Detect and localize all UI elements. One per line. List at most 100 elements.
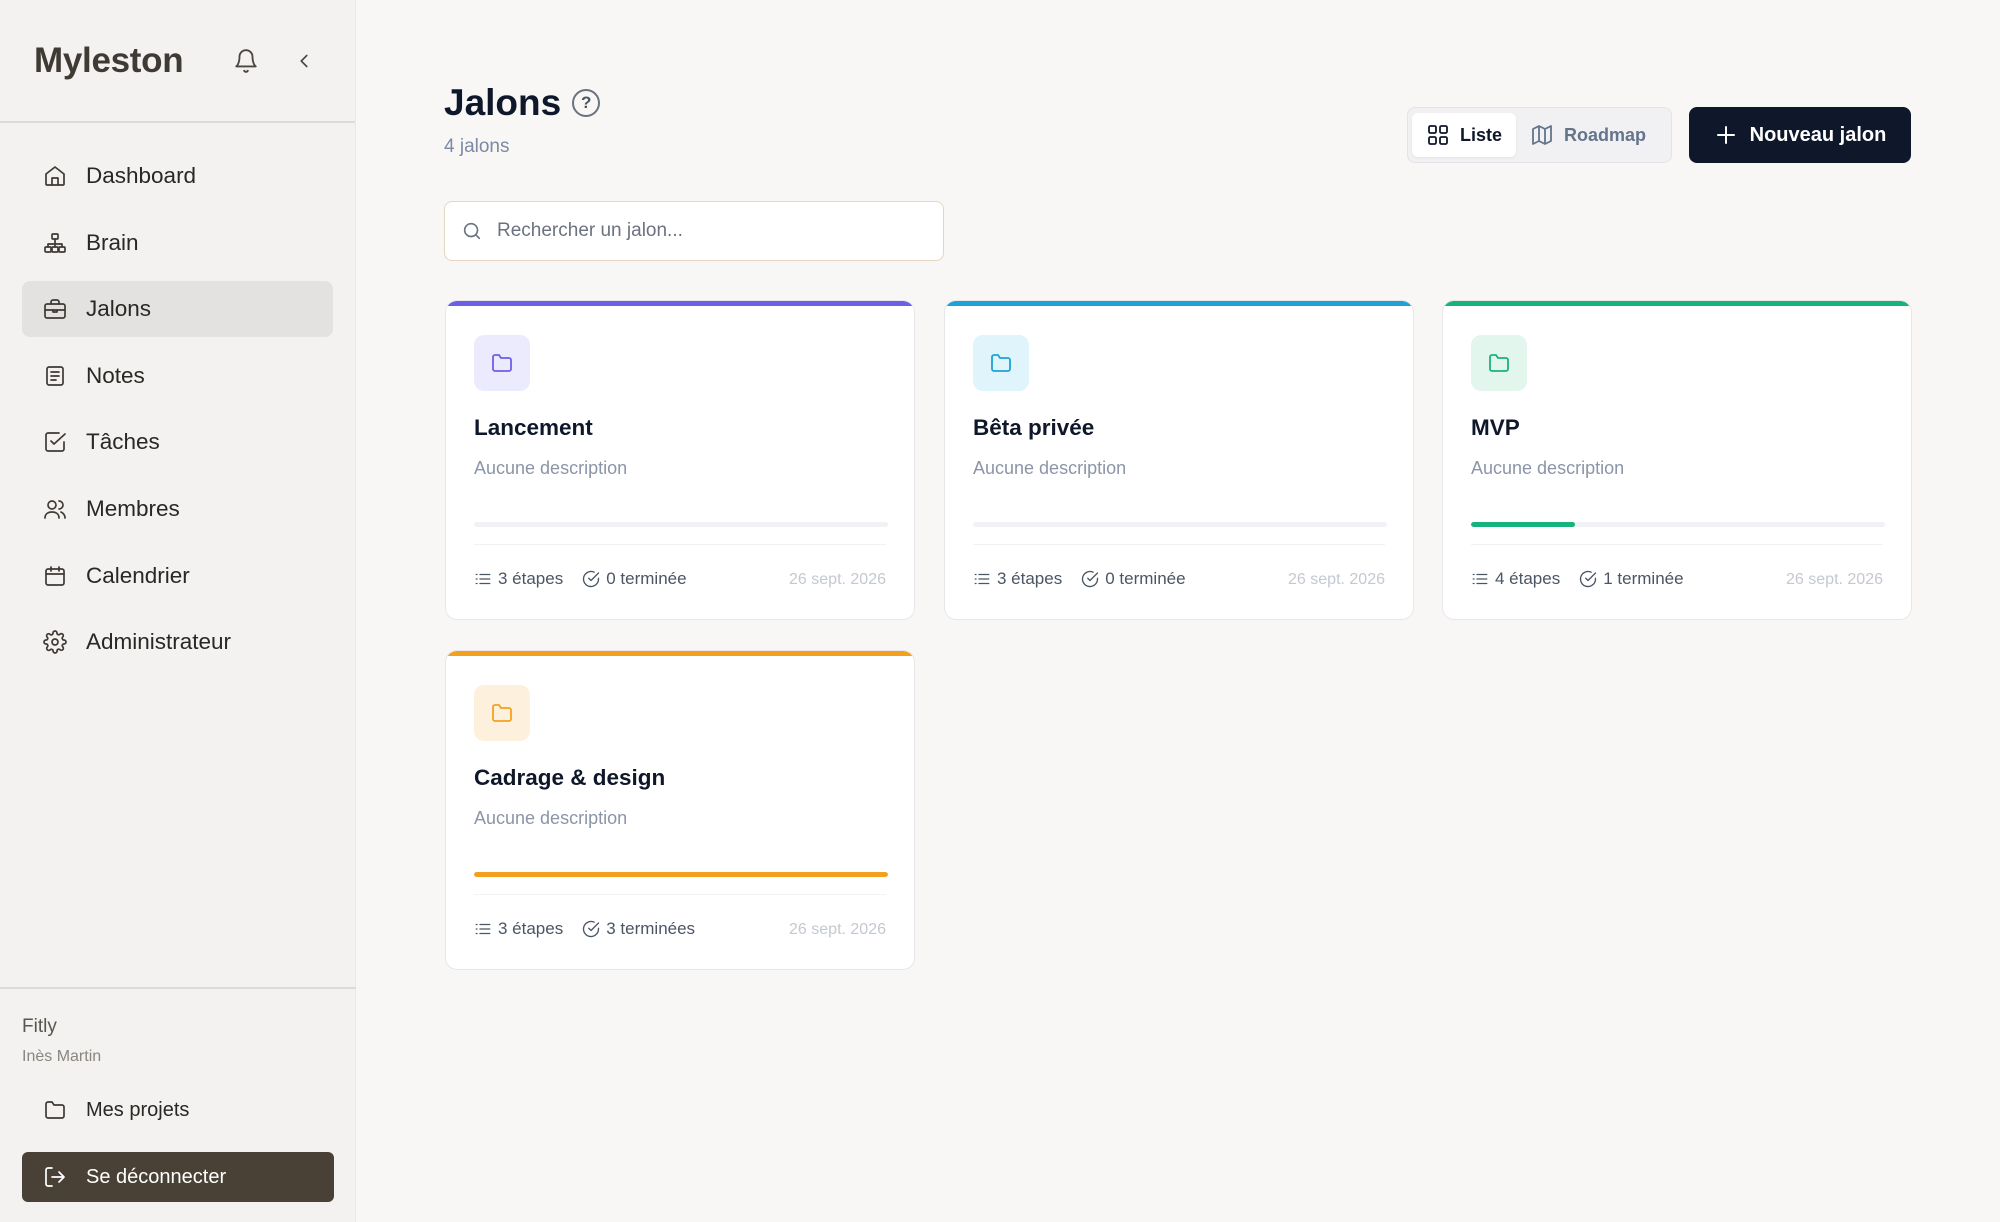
sidebar-item-dashboard[interactable]: Dashboard xyxy=(22,148,333,204)
sidebar-nav: Dashboard Brain Jalons Notes Tâches Memb… xyxy=(0,123,355,670)
view-roadmap-button[interactable]: Roadmap xyxy=(1516,113,1660,157)
milestone-card[interactable]: Cadrage & design Aucune description 3 ét… xyxy=(445,650,915,970)
new-milestone-label: Nouveau jalon xyxy=(1749,123,1887,146)
card-icon-tile xyxy=(474,335,530,391)
check-circle-icon xyxy=(1579,570,1597,588)
sidebar-item-label: Jalons xyxy=(86,296,152,322)
progress-bar xyxy=(474,872,888,877)
done-count: 0 terminée xyxy=(606,569,687,588)
card-meta: 3 étapes 3 terminées xyxy=(474,919,714,939)
card-description: Aucune description xyxy=(1471,458,1625,478)
sidebar-footer: Fitly Inès Martin Mes projets Se déconne… xyxy=(0,987,356,1222)
sidebar-header: Myleston xyxy=(0,0,355,123)
plus-icon xyxy=(1714,123,1738,147)
sidebar-item-membres[interactable]: Membres xyxy=(22,481,333,537)
card-description: Aucune description xyxy=(474,808,628,828)
hierarchy-icon xyxy=(43,231,67,255)
card-divider xyxy=(474,894,886,895)
view-list-button[interactable]: Liste xyxy=(1412,113,1517,157)
card-title: Lancement xyxy=(474,415,593,440)
document-icon xyxy=(43,364,67,388)
card-divider xyxy=(1471,544,1883,545)
steps-count: 4 étapes xyxy=(1495,569,1561,588)
my-projects-label: Mes projets xyxy=(86,1098,190,1121)
card-date: 26 sept. 2026 xyxy=(1786,571,1883,588)
progress-bar xyxy=(474,522,888,527)
milestone-card[interactable]: Lancement Aucune description 3 étapes 0 … xyxy=(445,300,915,620)
folder-icon xyxy=(1487,351,1511,375)
page-title: Jalons xyxy=(444,82,562,123)
logout-icon xyxy=(43,1165,67,1189)
sidebar-item-label: Brain xyxy=(86,229,139,255)
card-color-bar xyxy=(945,301,1413,306)
sidebar-item-jalons[interactable]: Jalons xyxy=(22,281,333,338)
card-title: Cadrage & design xyxy=(474,765,666,790)
steps-count: 3 étapes xyxy=(498,919,564,938)
card-icon-tile xyxy=(1471,335,1527,391)
list-icon xyxy=(1471,570,1489,588)
sidebar-item-label: Calendrier xyxy=(86,562,190,588)
view-list-label: Liste xyxy=(1460,124,1503,145)
help-icon[interactable]: ? xyxy=(572,89,601,117)
user-name: Inès Martin xyxy=(22,1048,102,1065)
progress-fill xyxy=(474,872,888,877)
brand-logo: Myleston xyxy=(34,40,184,80)
calendar-icon xyxy=(43,564,67,588)
card-meta: 4 étapes 1 terminée xyxy=(1471,569,1703,589)
done-count: 3 terminées xyxy=(606,919,696,938)
card-divider xyxy=(474,544,886,545)
list-icon xyxy=(474,570,492,588)
check-circle-icon xyxy=(1081,570,1099,588)
my-projects-link[interactable]: Mes projets xyxy=(22,1087,334,1133)
logout-button[interactable]: Se déconnecter xyxy=(22,1152,334,1202)
steps-count: 3 étapes xyxy=(498,569,564,588)
card-meta: 3 étapes 0 terminée xyxy=(973,569,1205,589)
sidebar-item-brain[interactable]: Brain xyxy=(22,215,333,271)
check-circle-icon xyxy=(582,920,600,938)
map-icon xyxy=(1530,123,1554,147)
folder-icon xyxy=(43,1098,67,1122)
sidebar-item-calendrier[interactable]: Calendrier xyxy=(22,548,333,604)
organization-name: Fitly xyxy=(22,1016,57,1037)
folder-icon xyxy=(490,351,514,375)
collapse-chevron-icon[interactable] xyxy=(293,50,315,72)
search-input[interactable] xyxy=(497,220,917,242)
bell-icon[interactable] xyxy=(233,48,259,74)
sidebar-item-administrateur[interactable]: Administrateur xyxy=(22,614,333,670)
view-roadmap-label: Roadmap xyxy=(1564,124,1647,145)
new-milestone-button[interactable]: Nouveau jalon xyxy=(1689,107,1911,163)
sidebar-item-label: Administrateur xyxy=(86,629,232,655)
card-date: 26 sept. 2026 xyxy=(1288,571,1385,588)
card-date: 26 sept. 2026 xyxy=(789,571,886,588)
check-circle-icon xyxy=(582,570,600,588)
progress-fill xyxy=(1471,522,1575,527)
search-box xyxy=(444,201,944,261)
card-title: MVP xyxy=(1471,415,1520,440)
sidebar-item-label: Dashboard xyxy=(86,163,197,188)
home-icon xyxy=(43,164,67,188)
milestone-count: 4 jalons xyxy=(444,136,510,157)
card-icon-tile xyxy=(973,335,1029,391)
sidebar-item-label: Notes xyxy=(86,362,145,388)
grid-icon xyxy=(1426,123,1450,147)
milestone-card[interactable]: MVP Aucune description 4 étapes 1 termin… xyxy=(1442,300,1912,620)
logout-label: Se déconnecter xyxy=(86,1165,227,1188)
card-color-bar xyxy=(446,651,914,656)
card-description: Aucune description xyxy=(973,458,1127,478)
view-toggle: Liste Roadmap xyxy=(1407,107,1672,163)
card-divider xyxy=(973,544,1385,545)
sidebar-item-notes[interactable]: Notes xyxy=(22,348,333,404)
folder-icon xyxy=(989,351,1013,375)
sidebar: Myleston Dashboard Brain Jalons Notes Tâ… xyxy=(0,0,356,1222)
card-color-bar xyxy=(446,301,914,306)
card-color-bar xyxy=(1443,301,1911,306)
page-header: Jalons ? xyxy=(444,82,601,124)
list-icon xyxy=(474,920,492,938)
sidebar-item-taches[interactable]: Tâches xyxy=(22,414,333,470)
briefcase-icon xyxy=(43,297,67,321)
progress-bar xyxy=(1471,522,1885,527)
done-count: 0 terminée xyxy=(1105,569,1186,588)
milestone-card[interactable]: Bêta privée Aucune description 3 étapes … xyxy=(944,300,1414,620)
folder-icon xyxy=(490,701,514,725)
checkbox-icon xyxy=(43,430,67,454)
